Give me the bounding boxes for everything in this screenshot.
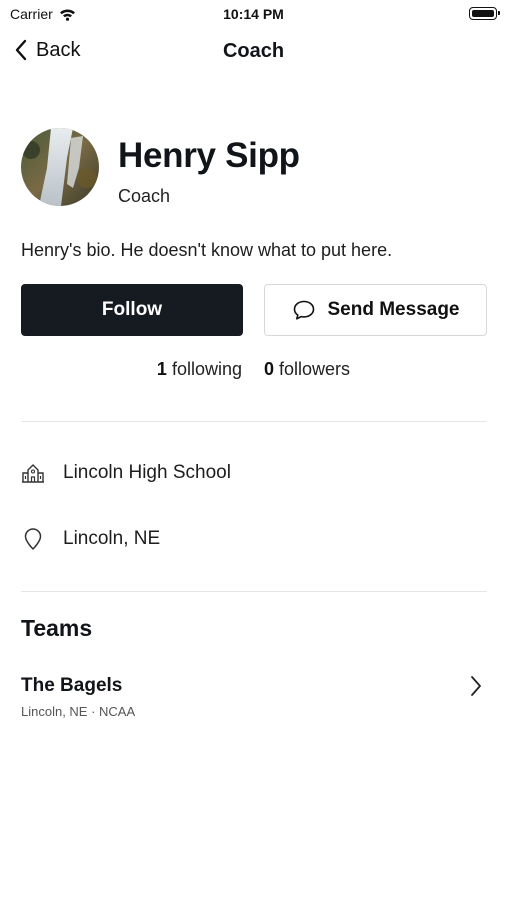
- school-building-icon: [22, 464, 44, 483]
- school-row: Lincoln High School: [21, 462, 231, 484]
- profile-bio: Henry's bio. He doesn't know what to put…: [21, 240, 393, 260]
- team-meta: Lincoln, NE · NCAA: [21, 704, 136, 719]
- status-bar: Carrier 10:14 PM: [0, 0, 507, 28]
- location-text: Lincoln, NE: [63, 528, 161, 549]
- followers-count: 0: [264, 359, 275, 379]
- followers-label: followers: [279, 359, 351, 379]
- profile-role: Coach: [118, 186, 171, 206]
- page-title: Coach: [222, 40, 285, 62]
- chat-bubble-icon: [293, 300, 314, 320]
- send-message-label: Send Message: [327, 299, 460, 320]
- divider: [21, 591, 487, 592]
- map-pin-icon: [24, 528, 42, 550]
- profile-name: Henry Sipp: [118, 136, 300, 175]
- chevron-right-icon: [471, 676, 481, 696]
- follow-button[interactable]: Follow: [21, 284, 243, 336]
- navigation-bar: Back Coach: [0, 30, 507, 74]
- school-name: Lincoln High School: [63, 462, 231, 483]
- team-name: The Bagels: [21, 675, 123, 696]
- follow-stats: 1 following 0 followers: [0, 359, 507, 380]
- following-label: following: [171, 359, 242, 379]
- avatar: [21, 128, 99, 206]
- battery-icon: [469, 7, 500, 20]
- teams-section-title: Teams: [21, 615, 93, 641]
- following-count: 1: [156, 359, 167, 379]
- team-row[interactable]: The Bagels Lincoln, NE · NCAA: [21, 670, 487, 726]
- following-stat[interactable]: 1 following: [157, 359, 242, 380]
- location-row: Lincoln, NE: [21, 527, 160, 551]
- followers-stat[interactable]: 0 followers: [264, 359, 350, 380]
- divider: [21, 421, 487, 422]
- status-time: 10:14 PM: [223, 6, 284, 22]
- send-message-button[interactable]: Send Message: [264, 284, 487, 336]
